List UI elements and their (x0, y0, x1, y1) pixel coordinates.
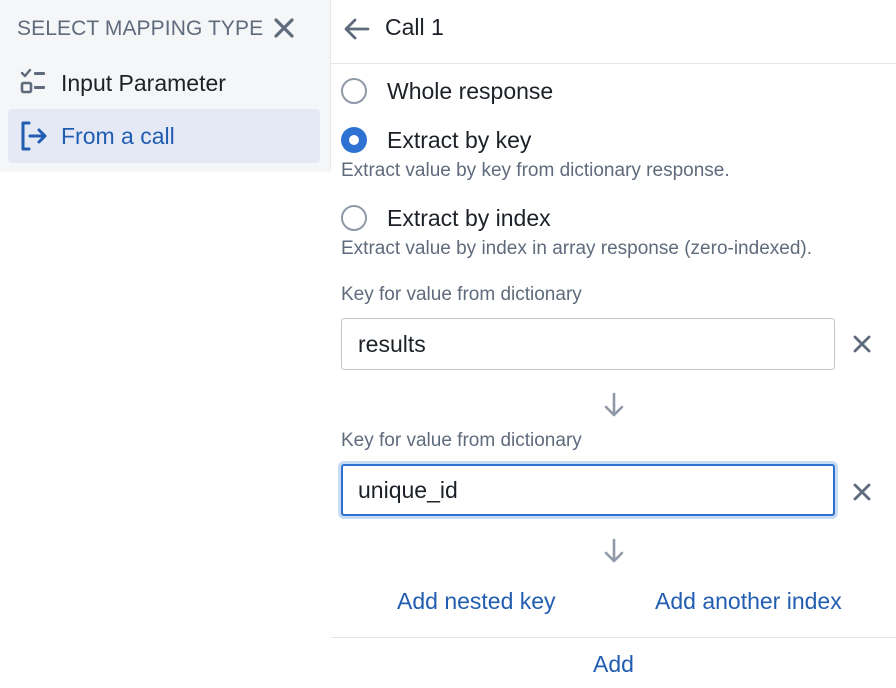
radio-extract-by-index[interactable]: Extract by index (341, 203, 551, 233)
radio-label: Extract by index (387, 204, 551, 231)
menu-item-label: From a call (61, 122, 175, 149)
mapping-type-title: SELECT MAPPING TYPE (17, 17, 264, 40)
mapping-type-header: SELECT MAPPING TYPE (17, 14, 263, 44)
menu-item-input-parameter[interactable]: Input Parameter (8, 56, 320, 110)
radio-label: Extract by key (387, 126, 532, 153)
radio-button[interactable] (341, 205, 367, 231)
key-field-label: Key for value from dictionary (341, 284, 582, 305)
radio-description: Extract value by key from dictionary res… (341, 160, 730, 181)
radio-button[interactable] (341, 78, 367, 104)
panel-header: Call 1 (331, 0, 896, 64)
arrow-down-icon (601, 536, 627, 566)
menu-item-label: Input Parameter (61, 69, 226, 96)
panel-title: Call 1 (385, 14, 444, 40)
radio-extract-by-key[interactable]: Extract by key (341, 125, 531, 155)
clear-icon[interactable] (849, 331, 875, 357)
clear-icon[interactable] (849, 479, 875, 505)
arrow-left-icon[interactable] (343, 15, 371, 43)
menu-item-from-a-call[interactable]: From a call (8, 109, 320, 163)
close-icon[interactable] (272, 16, 296, 40)
key-input[interactable] (341, 318, 835, 370)
key-field-label: Key for value from dictionary (341, 430, 582, 451)
radio-description: Extract value by index in array response… (341, 238, 813, 259)
footer-divider (331, 637, 896, 638)
add-button[interactable]: Add (331, 651, 896, 678)
call-mapping-panel: Call 1 Whole response Extract by key Ext… (331, 0, 896, 688)
add-another-index-button[interactable]: Add another index (655, 588, 842, 615)
form-checklist-icon (19, 68, 49, 98)
radio-whole-response[interactable]: Whole response (341, 76, 553, 106)
radio-label: Whole response (387, 77, 554, 104)
radio-button-checked[interactable] (341, 127, 367, 153)
add-nested-key-button[interactable]: Add nested key (397, 588, 556, 615)
mapping-type-panel: SELECT MAPPING TYPE Input Parameter From… (0, 0, 331, 172)
key-input-focused[interactable] (341, 464, 835, 516)
arrow-down-icon (601, 390, 627, 420)
log-in-icon (19, 121, 49, 151)
